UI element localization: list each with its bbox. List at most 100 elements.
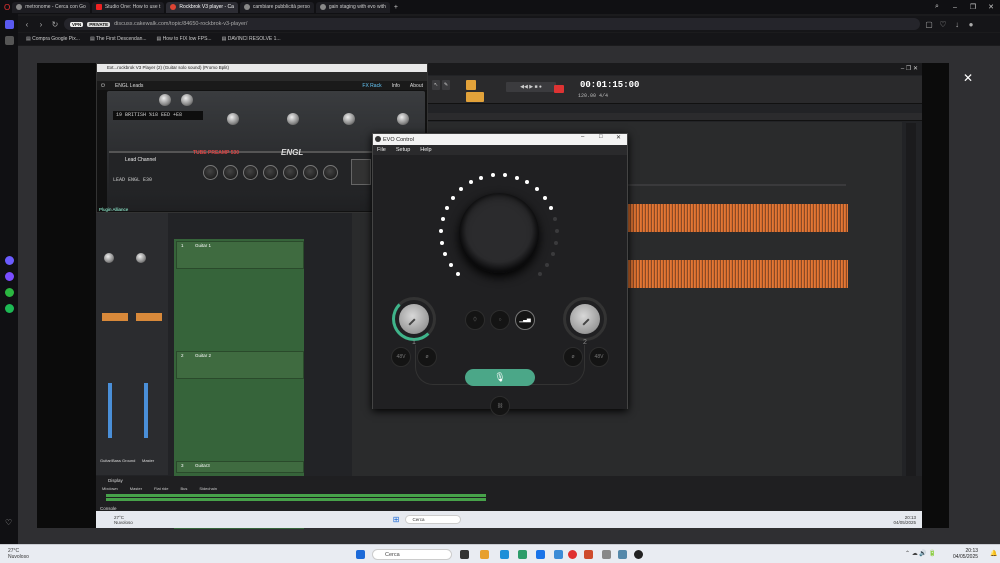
amp-knob[interactable] xyxy=(263,165,278,180)
fx-rack-tab[interactable]: FX Rack xyxy=(362,83,381,89)
profile-icon[interactable]: ● xyxy=(966,20,976,29)
track-name[interactable]: Guitar 1 xyxy=(195,243,211,248)
main-volume-knob[interactable] xyxy=(459,193,539,273)
speed-dial-icon[interactable] xyxy=(5,36,14,45)
link-icon[interactable]: ⛓ xyxy=(490,396,510,416)
amp-knob[interactable] xyxy=(343,113,355,125)
browser-tab-active[interactable]: Rockbrok V3 player - Ca xyxy=(166,1,238,13)
bus-tab[interactable]: Mixdown xyxy=(102,486,118,492)
vpn-badge[interactable]: VPN xyxy=(70,21,84,27)
browser-tab[interactable]: metronome - Cerca con Go xyxy=(12,1,90,13)
favorites-heart-icon[interactable]: ♡ xyxy=(5,518,14,527)
bus-tab[interactable]: Master xyxy=(130,486,142,492)
amp-knob[interactable] xyxy=(283,165,298,180)
track-name[interactable]: Guitar 2 xyxy=(195,353,211,358)
download-icon[interactable]: ↓ xyxy=(952,20,962,29)
amp-knob[interactable] xyxy=(227,113,239,125)
input2-48v-icon[interactable]: 48V xyxy=(589,347,609,367)
insert-slot[interactable] xyxy=(102,313,128,321)
about-tab[interactable]: About xyxy=(410,83,423,89)
lightbox-close-icon[interactable]: ✕ xyxy=(963,71,973,85)
aria-icon[interactable] xyxy=(5,256,14,265)
amp-knob[interactable] xyxy=(181,94,193,106)
insert-slot[interactable] xyxy=(136,313,162,321)
messenger-icon[interactable] xyxy=(5,272,14,281)
taskbar-clock[interactable]: 20:13 04/05/2025 xyxy=(953,548,978,560)
start-icon[interactable] xyxy=(356,550,365,559)
track-header[interactable]: 3 Guitar3 xyxy=(176,461,304,473)
search-tabs-icon[interactable]: ⌕ xyxy=(928,3,946,11)
amp-knob[interactable] xyxy=(323,165,338,180)
maximize-icon[interactable]: □ xyxy=(599,134,603,140)
menu-help[interactable]: Help xyxy=(420,147,431,153)
info-tab[interactable]: Info xyxy=(392,83,400,89)
notification-icon[interactable]: 🔔 xyxy=(990,550,997,557)
input1-48v-icon[interactable]: 48V xyxy=(391,347,411,367)
daw-window-controls-icon[interactable]: – ❐ ✕ xyxy=(901,65,918,72)
microphone-button[interactable]: 🎙 xyxy=(465,369,535,386)
display-label[interactable]: Display xyxy=(108,478,123,483)
fader[interactable] xyxy=(108,383,112,438)
amp-knob[interactable] xyxy=(303,165,318,180)
bookmark-item[interactable]: The First Descendan... xyxy=(90,36,147,42)
power-icon[interactable]: ⏻ xyxy=(101,83,105,89)
close-icon[interactable]: ✕ xyxy=(616,134,621,141)
bus-tab[interactable]: Sidechain xyxy=(199,486,217,492)
task-view-icon[interactable] xyxy=(460,550,469,559)
input2-mute-icon[interactable]: ø xyxy=(563,347,583,367)
tempo-value[interactable]: 120.00 xyxy=(578,93,596,99)
bus-tab[interactable]: Bus xyxy=(180,486,187,492)
menu-setup[interactable]: Setup xyxy=(396,147,410,153)
app-icon[interactable] xyxy=(518,550,527,559)
fader[interactable] xyxy=(144,383,148,438)
transport-buttons[interactable]: ◀◀ ▶ ■ ● xyxy=(506,82,556,92)
file-explorer-icon[interactable] xyxy=(480,550,489,559)
amp-knob[interactable] xyxy=(397,113,409,125)
preset-name[interactable]: ENGL Leads xyxy=(115,83,143,89)
time-signature[interactable]: 4/4 xyxy=(599,93,608,99)
new-tab-icon[interactable]: + xyxy=(394,4,398,11)
bookmark-item[interactable]: Compra Google Pix... xyxy=(26,36,80,42)
minimize-icon[interactable]: – xyxy=(581,134,584,140)
opera-logo-icon[interactable]: O xyxy=(4,3,10,12)
url-text[interactable]: discuss.cakewalk.com/topic/84650-rockbro… xyxy=(114,21,247,27)
amp-knob[interactable] xyxy=(287,113,299,125)
bookmark-item[interactable]: DAVINCI RESOLVE 1... xyxy=(222,36,281,42)
bookmark-item[interactable]: How to FIX low FPS... xyxy=(157,36,212,42)
url-field[interactable]: VPN PRIVATE discuss.cakewalk.com/topic/8… xyxy=(64,18,920,30)
track-name[interactable]: Guitar3 xyxy=(195,463,210,468)
screenshot-icon[interactable]: ▢ xyxy=(924,20,934,29)
opera-icon[interactable] xyxy=(568,550,577,559)
input1-gain-knob[interactable] xyxy=(399,304,429,334)
vertical-scrollbar[interactable] xyxy=(906,123,916,523)
maximize-icon[interactable]: ❐ xyxy=(964,3,982,11)
browser-tab[interactable]: cambiare pubblicità perso xyxy=(239,1,314,13)
snap-value-button[interactable] xyxy=(466,92,484,102)
spotify-icon[interactable] xyxy=(5,304,14,313)
browser-tab[interactable]: gain staging with evo with xyxy=(315,1,390,13)
app-icon[interactable] xyxy=(554,550,563,559)
arrow-tool-icon[interactable]: ↖ xyxy=(432,80,440,90)
power-switch[interactable] xyxy=(351,159,371,185)
browser-tab[interactable]: Studio One: How to use t xyxy=(91,1,165,13)
track-header[interactable]: 2 Guitar 2 xyxy=(176,351,304,379)
app-icon[interactable] xyxy=(618,550,627,559)
snap-tool-icon[interactable] xyxy=(466,80,476,90)
settings-icon[interactable] xyxy=(602,550,611,559)
amp-knob[interactable] xyxy=(243,165,258,180)
back-icon[interactable]: ‹ xyxy=(22,20,32,29)
amp-knob[interactable] xyxy=(203,165,218,180)
menu-file[interactable]: File xyxy=(377,147,386,153)
bookmark-icon[interactable]: ♡ xyxy=(938,20,948,29)
forward-icon[interactable]: › xyxy=(36,20,46,29)
input1-mute-icon[interactable]: ø xyxy=(417,347,437,367)
minimize-icon[interactable]: – xyxy=(946,4,964,11)
whatsapp-icon[interactable] xyxy=(5,288,14,297)
taskbar-search[interactable]: Cerca xyxy=(372,549,452,560)
amp-knob[interactable] xyxy=(223,165,238,180)
bus-tab[interactable]: Flat ride xyxy=(154,486,168,492)
input2-gain-knob[interactable] xyxy=(570,304,600,334)
reload-icon[interactable]: ↻ xyxy=(50,20,60,29)
track-header[interactable]: 1 Guitar 1 xyxy=(176,241,304,269)
meter-icon[interactable]: ▁▃▅ xyxy=(515,310,535,330)
